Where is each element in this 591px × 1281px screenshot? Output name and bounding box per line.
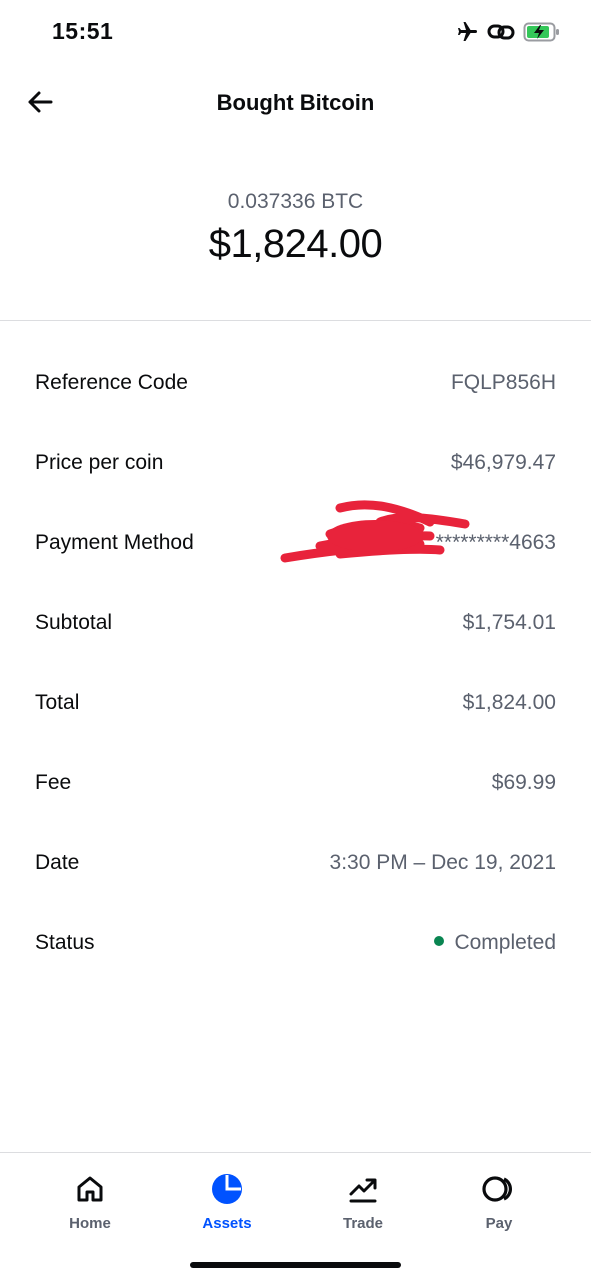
fiat-amount: $1,824.00 (208, 222, 383, 266)
row-label: Fee (35, 771, 72, 794)
tab-assets[interactable]: Assets (172, 1171, 282, 1232)
row-value: $69.99 (491, 771, 556, 794)
tab-label: Assets (202, 1215, 252, 1232)
pie-chart-icon (172, 1171, 282, 1207)
pay-icon (444, 1171, 554, 1207)
tab-label: Trade (342, 1215, 384, 1232)
link-icon (487, 21, 515, 48)
trend-chart-icon (308, 1171, 418, 1207)
status-dot (434, 936, 445, 947)
tab-pay[interactable]: Pay (444, 1171, 554, 1232)
row-total: Total $1,824.00 (0, 665, 591, 745)
header: Bought Bitcoin (0, 64, 591, 142)
tab-home[interactable]: Home (35, 1171, 145, 1232)
details-list: Reference Code FQLP856H Price per coin $… (0, 345, 591, 985)
row-value: *********4663 (435, 531, 556, 554)
row-label: Total (35, 691, 80, 714)
page-title: Bought Bitcoin (216, 90, 375, 115)
crypto-amount: 0.037336 BTC (227, 190, 364, 213)
row-label: Price per coin (35, 451, 164, 474)
transaction-summary: 0.037336 BTC $1,824.00 (0, 190, 591, 267)
home-indicator[interactable] (190, 1262, 401, 1268)
tab-label: Home (69, 1215, 111, 1232)
divider (0, 320, 591, 321)
row-payment-method: Payment Method *********4663 (0, 505, 591, 585)
status-icons (455, 20, 561, 49)
row-label: Subtotal (35, 611, 113, 634)
row-price-per-coin: Price per coin $46,979.47 (0, 425, 591, 505)
row-value: 3:30 PM – Dec 19, 2021 (329, 851, 556, 874)
row-label: Payment Method (35, 531, 194, 554)
home-icon (35, 1171, 145, 1207)
row-reference-code: Reference Code FQLP856H (0, 345, 591, 425)
tab-trade[interactable]: Trade (308, 1171, 418, 1232)
battery-charging-icon (523, 21, 561, 48)
row-value: $1,824.00 (462, 691, 556, 714)
status-time: 15:51 (52, 18, 114, 44)
row-value: Completed (434, 931, 556, 955)
row-value: FQLP856H (450, 371, 556, 394)
row-label: Reference Code (35, 371, 188, 394)
row-label: Date (35, 851, 80, 874)
row-date: Date 3:30 PM – Dec 19, 2021 (0, 825, 591, 905)
row-status: Status Completed (0, 905, 591, 985)
status-bar: 15:51 (0, 0, 591, 64)
row-label: Status (35, 931, 95, 954)
row-value: $1,754.01 (462, 611, 556, 634)
row-subtotal: Subtotal $1,754.01 (0, 585, 591, 665)
row-value: $46,979.47 (450, 451, 556, 474)
status-badge: Completed (454, 931, 556, 954)
row-fee: Fee $69.99 (0, 745, 591, 825)
airplane-icon (455, 20, 479, 49)
tab-label: Pay (485, 1215, 513, 1232)
